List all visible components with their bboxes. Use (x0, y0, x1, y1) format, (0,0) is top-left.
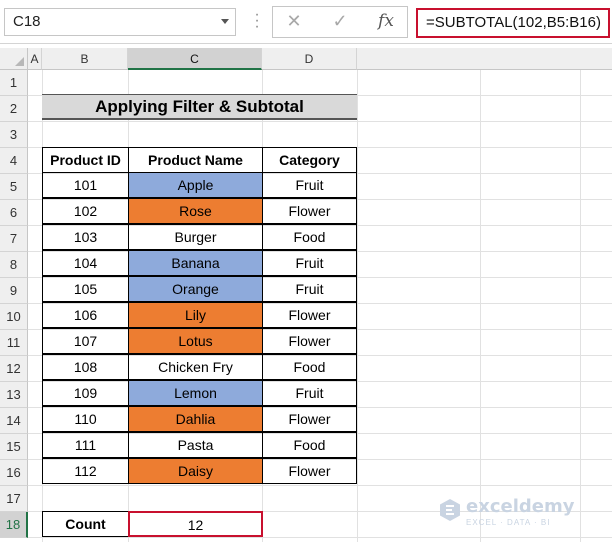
cell-category[interactable]: Flower (262, 406, 357, 432)
gridline (580, 70, 581, 542)
cell-category[interactable]: Fruit (262, 172, 357, 198)
gridline (28, 121, 612, 122)
row-header-16[interactable]: 16 (0, 460, 28, 486)
cell-product-id[interactable]: 101 (42, 172, 129, 198)
cancel-icon[interactable]: ✕ (279, 11, 309, 33)
cell-product-name[interactable]: Chicken Fry (128, 354, 263, 380)
cell-category[interactable]: Food (262, 354, 357, 380)
cell-product-name[interactable]: Orange (128, 276, 263, 302)
exceldemy-logo-icon (440, 499, 460, 521)
header-product-name[interactable]: Product Name (128, 147, 263, 173)
cell-product-name[interactable]: Lotus (128, 328, 263, 354)
select-all-icon (15, 57, 24, 66)
row-header-18[interactable]: 18 (0, 512, 28, 538)
header-category[interactable]: Category (262, 147, 357, 173)
column-header-d[interactable]: D (262, 48, 357, 70)
row-header-14[interactable]: 14 (0, 408, 28, 434)
cell-product-id[interactable]: 108 (42, 354, 129, 380)
row-header-9[interactable]: 9 (0, 278, 28, 304)
cell-product-name[interactable]: Apple (128, 172, 263, 198)
row-header-13[interactable]: 13 (0, 382, 28, 408)
cell-product-id[interactable]: 110 (42, 406, 129, 432)
enter-icon[interactable]: ✓ (325, 11, 355, 33)
more-options-icon[interactable]: · · · (250, 7, 264, 35)
cell-product-id[interactable]: 112 (42, 458, 129, 484)
row-header-17[interactable]: 17 (0, 486, 28, 512)
row-header-15[interactable]: 15 (0, 434, 28, 460)
column-header-blank (357, 48, 612, 70)
formula-input[interactable]: =SUBTOTAL(102,B5:B16) (416, 8, 610, 38)
cell-product-name[interactable]: Pasta (128, 432, 263, 458)
column-header-a[interactable]: A (28, 48, 42, 70)
cell-product-name[interactable]: Lemon (128, 380, 263, 406)
gridline (480, 70, 481, 542)
name-box-value: C18 (13, 13, 41, 30)
gridline (357, 70, 358, 542)
cell-category[interactable]: Flower (262, 302, 357, 328)
chevron-down-icon[interactable] (221, 19, 229, 24)
row-header-4[interactable]: 4 (0, 148, 28, 174)
row-header-2[interactable]: 2 (0, 96, 28, 122)
row-header-3[interactable]: 3 (0, 122, 28, 148)
name-box[interactable]: C18 (4, 8, 236, 36)
cell-product-id[interactable]: 109 (42, 380, 129, 406)
select-all-corner[interactable] (0, 48, 28, 70)
gridline (28, 485, 612, 486)
row-header-11[interactable]: 11 (0, 330, 28, 356)
cell-product-name[interactable]: Dahlia (128, 406, 263, 432)
cell-product-name[interactable]: Rose (128, 198, 263, 224)
cell-product-id[interactable]: 103 (42, 224, 129, 250)
count-value-cell[interactable]: 12 (128, 511, 263, 537)
cell-category[interactable]: Flower (262, 458, 357, 484)
cell-product-name[interactable]: Burger (128, 224, 263, 250)
cell-product-name[interactable]: Banana (128, 250, 263, 276)
watermark-name: exceldemy (466, 496, 575, 517)
cell-product-id[interactable]: 106 (42, 302, 129, 328)
cell-product-name[interactable]: Lily (128, 302, 263, 328)
cell-category[interactable]: Food (262, 224, 357, 250)
gridline (28, 537, 612, 538)
row-header-5[interactable]: 5 (0, 174, 28, 200)
cell-product-id[interactable]: 102 (42, 198, 129, 224)
exceldemy-watermark: exceldemy EXCEL · DATA · BI (438, 496, 588, 536)
row-header-7[interactable]: 7 (0, 226, 28, 252)
cell-product-id[interactable]: 111 (42, 432, 129, 458)
row-header-1[interactable]: 1 (0, 70, 28, 96)
row-header-6[interactable]: 6 (0, 200, 28, 226)
insert-function-icon[interactable]: fx (371, 11, 401, 33)
row-header-8[interactable]: 8 (0, 252, 28, 278)
cell-category[interactable]: Fruit (262, 380, 357, 406)
cell-product-id[interactable]: 105 (42, 276, 129, 302)
formula-bar: C18 · · · ✕ ✓ fx =SUBTOTAL(102,B5:B16) (0, 0, 612, 44)
watermark-tagline: EXCEL · DATA · BI (466, 518, 551, 527)
sheet-title[interactable]: Applying Filter & Subtotal (42, 94, 357, 120)
column-header-c[interactable]: C (128, 48, 262, 70)
cell-product-id[interactable]: 104 (42, 250, 129, 276)
cell-product-name[interactable]: Daisy (128, 458, 263, 484)
row-header-12[interactable]: 12 (0, 356, 28, 382)
column-header-b[interactable]: B (42, 48, 128, 70)
header-product-id[interactable]: Product ID (42, 147, 129, 173)
row-header-10[interactable]: 10 (0, 304, 28, 330)
cell-category[interactable]: Food (262, 432, 357, 458)
formula-buttons: ✕ ✓ fx (272, 6, 408, 38)
cell-product-id[interactable]: 107 (42, 328, 129, 354)
count-label[interactable]: Count (42, 511, 129, 537)
cell-category[interactable]: Fruit (262, 250, 357, 276)
cell-category[interactable]: Fruit (262, 276, 357, 302)
cell-category[interactable]: Flower (262, 198, 357, 224)
cell-category[interactable]: Flower (262, 328, 357, 354)
